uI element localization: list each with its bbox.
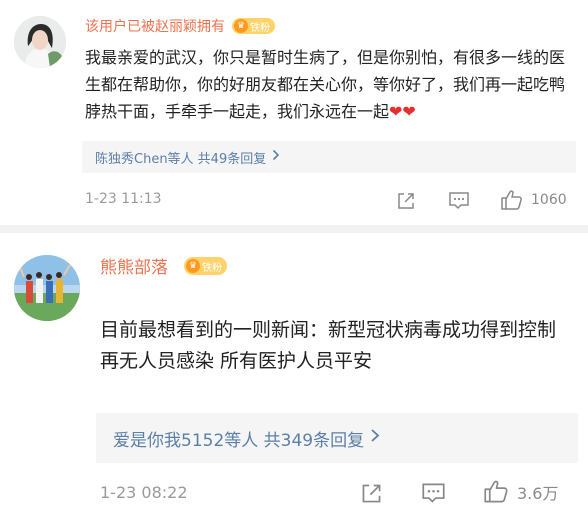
replies-link[interactable]: 陈独秀Chen等人 共49条回复 [82, 141, 576, 173]
replies-link[interactable]: 爱是你我5152等人 共349条回复 [96, 413, 578, 463]
badge-label: 铁粉 [250, 22, 270, 34]
comment-text: 我最亲爱的武汉，你只是暂时生病了，但是你别怕，有很多一线的医生都在帮助你，你的好… [85, 44, 575, 125]
avatar[interactable] [14, 16, 66, 68]
thumbs-up-icon [500, 189, 524, 211]
badge-label: 铁粉 [202, 262, 222, 274]
like-button[interactable]: 3.6万 [483, 479, 558, 504]
share-icon [360, 482, 383, 505]
comment-icon [421, 482, 446, 505]
comment-text: 目前最想看到的一则新闻：新型冠状病毒成功得到控制 再无人员感染 所有医护人员平安 [100, 319, 557, 372]
heart-icon: ❤❤ [389, 102, 416, 121]
share-icon [396, 191, 416, 211]
share-button[interactable] [360, 482, 383, 505]
like-button[interactable]: 1060 [500, 189, 567, 211]
share-button[interactable] [396, 191, 416, 211]
fan-badge: ♛ 铁粉 [184, 257, 227, 275]
replies-summary: 陈独秀Chen等人 共49条回复 [95, 151, 267, 167]
comment-button[interactable] [448, 191, 470, 211]
comment-button[interactable] [421, 482, 446, 505]
username[interactable]: 该用户已被赵丽颖拥有 [85, 16, 225, 36]
crown-icon: ♛ [186, 259, 200, 273]
comment-item: 该用户已被赵丽颖拥有 ♛ 铁粉 我最亲爱的武汉，你只是暂时生病了，但是你别怕，有… [0, 0, 588, 225]
like-count: 3.6万 [517, 483, 559, 503]
chevron-right-icon [272, 149, 280, 165]
comment-item: 熊熊部落 ♛ 铁粉 目前最想看到的一则新闻：新型冠状病毒成功得到控制 再无人员感… [0, 233, 588, 515]
crown-icon: ♛ [234, 19, 248, 33]
username[interactable]: 熊熊部落 [100, 253, 168, 278]
avatar[interactable] [14, 255, 80, 321]
chevron-right-icon [370, 428, 380, 448]
comment-icon [448, 191, 470, 211]
timestamp: 1-23 11:13 [85, 191, 162, 207]
thumbs-up-icon [483, 479, 510, 504]
timestamp: 1-23 08:22 [100, 483, 188, 502]
comment-body: 我最亲爱的武汉，你只是暂时生病了，但是你别怕，有很多一线的医生都在帮助你，你的好… [85, 48, 566, 121]
replies-summary: 爱是你我5152等人 共349条回复 [113, 430, 365, 451]
like-count: 1060 [531, 192, 567, 208]
fan-badge: ♛ 铁粉 [232, 18, 275, 34]
divider [0, 225, 588, 233]
